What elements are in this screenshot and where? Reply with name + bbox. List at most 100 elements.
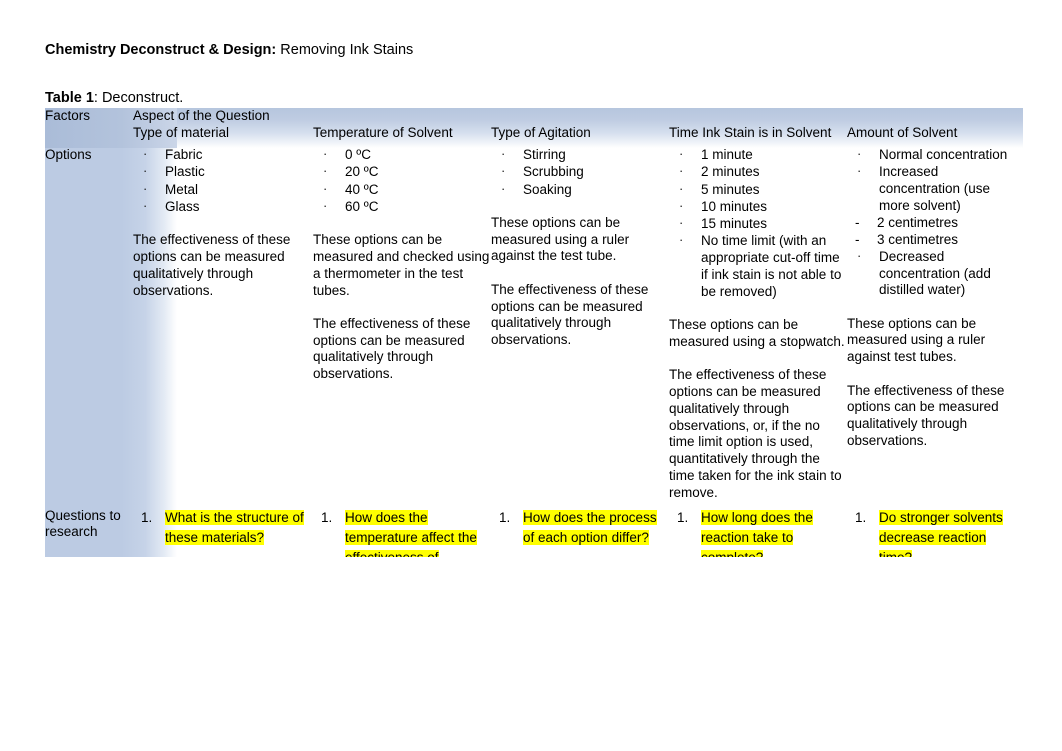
sub-list-item-label: 3 centimetres (877, 231, 959, 247)
options-list-amounts: · Normal concentration · Increased concent… (847, 146, 1023, 215)
deconstruct-table: Factors Aspect of the Question Type of m… (45, 108, 1023, 557)
row-label-questions-text: Questions to research (45, 507, 121, 540)
list-item: · Soaking (491, 180, 669, 199)
list-item: · Plastic (133, 163, 313, 181)
list-item-label: 60 ºC (345, 198, 379, 214)
table-grid: Factors Aspect of the Question Type of m… (45, 108, 1023, 557)
list-item-label: 2 minutes (701, 164, 760, 180)
measurement-note: These options can be measured and checke… (313, 232, 490, 298)
bullet-dot-icon: · (501, 163, 506, 179)
table-caption-bold: Table 1 (45, 90, 94, 106)
table-caption: Table 1: Deconstruct. (45, 89, 183, 107)
list-item-label: Plastic (165, 164, 205, 180)
options-cell-time-ink-stain: · 1 minute · 2 minutes · 5 minutes · 10 minu… (669, 141, 847, 502)
questions-list: 1. How long does the reaction take to com… (669, 508, 847, 557)
list-item: · No time limit (with an appropriate cut-… (669, 232, 847, 300)
header-cell-type-of-agitation: Type of Agitation (491, 108, 669, 141)
sub-list-item-label: 2 centimetres (877, 215, 959, 231)
header-cell-temperature-of-solvent: Temperature of Solvent (313, 108, 491, 141)
bullet-dot-icon: · (323, 146, 328, 161)
row-label-options-text: Options (45, 147, 92, 162)
list-item-label: Glass (165, 198, 200, 214)
list-item: 1. How does the process of each option di… (491, 508, 669, 548)
header-label-temperature-of-solvent: Temperature of Solvent (313, 124, 453, 140)
questions-cell-temperature-of-solvent: 1. How does the temperature affect the ef… (313, 502, 491, 557)
measurement-note: These options can be measured using a ru… (847, 315, 986, 365)
bullet-dot-icon: · (143, 197, 148, 213)
questions-list: 1. Do stronger solvents decrease reaction… (847, 508, 1023, 557)
question-text: Do stronger solvents decrease reaction t… (879, 509, 1003, 557)
list-item: · Scrubbing (491, 163, 669, 181)
questions-cell-time-ink-stain: 1. How long does the reaction take to com… (669, 502, 847, 557)
list-item: · 60 ºC (313, 198, 491, 216)
list-item: · Glass (133, 197, 313, 216)
list-item-label: 1 minute (701, 147, 753, 162)
questions-cell-amount-of-solvent: 1. Do stronger solvents decrease reaction… (847, 502, 1023, 557)
options-list-agitation: · Stirring · Scrubbing · Soaking (491, 146, 669, 199)
bullet-dot-icon: · (857, 247, 862, 263)
document-page: Chemistry Deconstruct & Design: Removing… (0, 0, 1062, 751)
list-item: 1. Do stronger solvents decrease reaction… (847, 508, 1023, 557)
header-label-amount-of-solvent: Amount of Solvent (847, 124, 958, 140)
list-item: · 15 minutes (669, 215, 847, 233)
list-item-label: 0 ºC (345, 147, 371, 162)
measurement-note: These options can be measured using a ru… (491, 214, 630, 264)
options-cell-temperature-of-solvent: · 0 ºC · 20 ºC · 40 ºC · 60 ºC These options… (313, 141, 491, 502)
document-title-subject: Removing Ink Stains (276, 42, 414, 58)
list-item: · 5 minutes (669, 180, 847, 199)
list-item: · 10 minutes (669, 198, 847, 216)
list-number: 1. (141, 509, 153, 525)
table-row-options: Options · Fabric · Plastic · Metal · Glass T… (45, 141, 1023, 502)
list-item-label: Normal concentration (879, 147, 1008, 162)
questions-list: 1. How does the process of each option di… (491, 508, 669, 548)
list-item: 1. How does the temperature affect the ef… (313, 508, 491, 557)
bullet-dot-icon: · (501, 180, 506, 196)
list-item-label: 5 minutes (701, 181, 760, 197)
list-number: 1. (321, 509, 333, 525)
question-text: How does the process of each option diff… (523, 509, 657, 545)
question-text: What is the structure of these materials… (165, 509, 304, 545)
bullet-dot-icon: · (679, 180, 684, 196)
list-item: · 2 minutes (669, 163, 847, 181)
list-item-label: Increased concentration (use more solven… (879, 164, 991, 213)
questions-cell-type-of-material: 1. What is the structure of these materia… (133, 502, 313, 557)
effectiveness-note: The effectiveness of these options can b… (313, 315, 471, 382)
list-item: · Normal concentration (847, 146, 1023, 164)
list-item-label: 20 ºC (345, 164, 379, 180)
bullet-dot-icon: · (501, 146, 506, 161)
bullet-dot-icon: · (143, 180, 148, 196)
list-number: 1. (855, 509, 867, 525)
header-label-factors: Factors (45, 108, 91, 123)
bullet-dot-icon: · (857, 146, 862, 161)
options-list-times: · 1 minute · 2 minutes · 5 minutes · 10 minu… (669, 146, 847, 301)
list-number: 1. (677, 509, 689, 525)
list-item-label: 10 minutes (701, 198, 768, 214)
list-item: 1. What is the structure of these materia… (133, 508, 313, 548)
row-label-options: Options (45, 141, 133, 502)
measurement-note: These options can be measured using a st… (669, 317, 845, 349)
list-item-label: Scrubbing (523, 164, 584, 180)
list-item: · Stirring (491, 146, 669, 164)
bullet-dot-icon: · (323, 180, 328, 196)
options-cell-amount-of-solvent: · Normal concentration · Increased concent… (847, 141, 1023, 502)
header-cell-time-ink-stain: Time Ink Stain is in Solvent (669, 108, 847, 141)
header-cell-factors: Factors (45, 108, 133, 141)
bullet-dot-icon: · (143, 146, 148, 161)
header-cell-amount-of-solvent: Amount of Solvent (847, 108, 1023, 141)
question-text: How long does the reaction take to compl… (701, 509, 813, 557)
effectiveness-note: The effectiveness of these options can b… (847, 382, 1005, 448)
list-item-label: Soaking (523, 181, 572, 197)
options-list-temperatures: · 0 ºC · 20 ºC · 40 ºC · 60 ºC (313, 146, 491, 216)
document-title-bold: Chemistry Deconstruct & Design: (45, 42, 277, 58)
dash-bullet-icon: - (855, 231, 860, 247)
bullet-dot-icon: · (679, 215, 684, 231)
options-sublist-lengths: - 2 centimetres - 3 centimetres (847, 215, 1023, 249)
question-text: How does the temperature affect the effe… (345, 509, 477, 557)
list-item: · 20 ºC (313, 163, 491, 181)
bullet-dot-icon: · (143, 163, 148, 179)
list-item: · 40 ºC (313, 180, 491, 199)
list-number: 1. (499, 509, 511, 525)
list-item-label: Metal (165, 181, 199, 197)
effectiveness-note: The effectiveness of these options can b… (491, 281, 649, 348)
questions-cell-type-of-agitation: 1. How does the process of each option di… (491, 502, 669, 557)
